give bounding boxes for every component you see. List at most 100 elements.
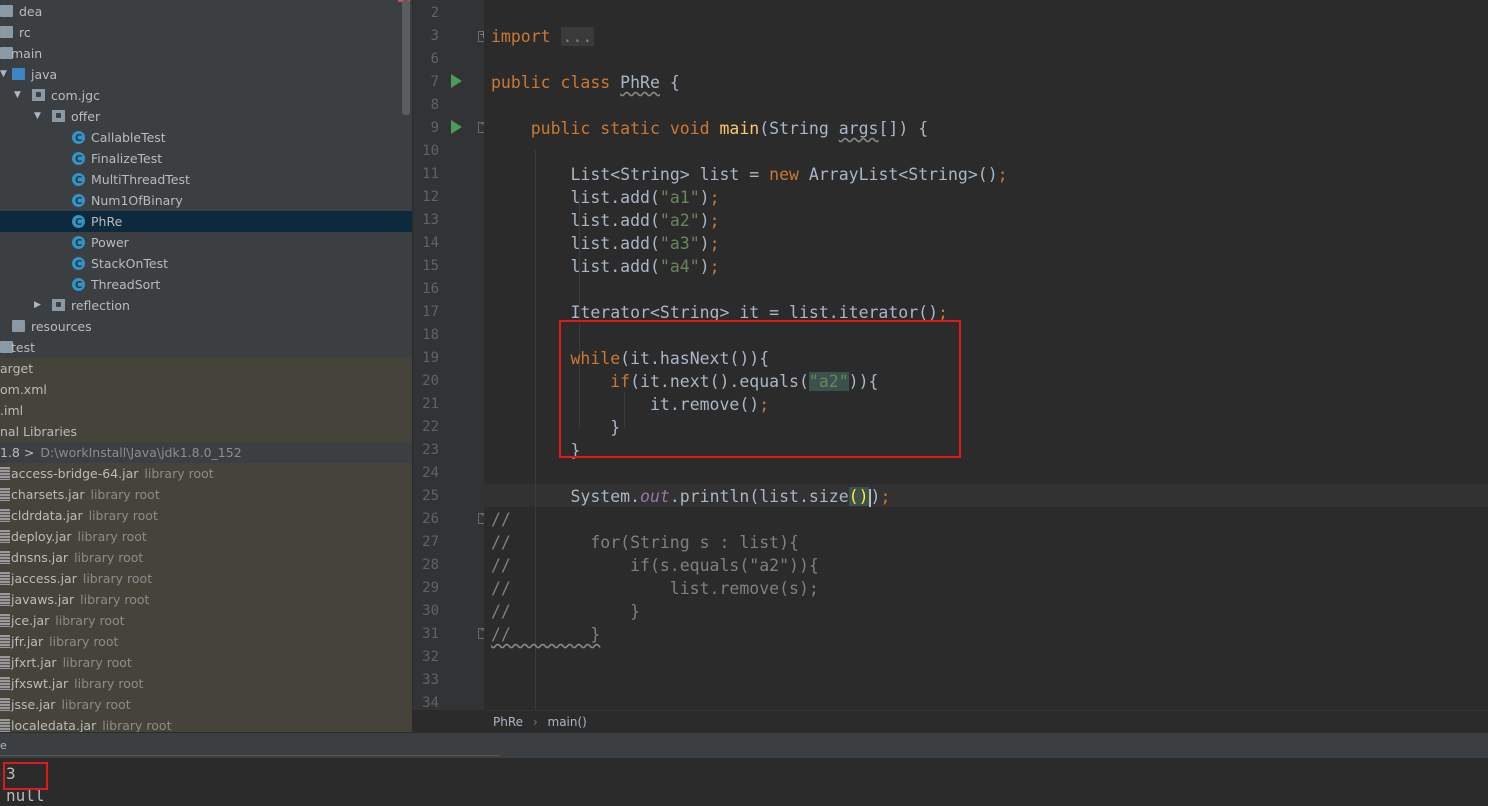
- folded-imports[interactable]: ...: [560, 27, 595, 46]
- tree-item-label: javaws.jar library root: [11, 592, 150, 607]
- breadcrumb-method[interactable]: main(): [548, 715, 587, 729]
- string-literal: "a4": [659, 257, 700, 276]
- tree-item[interactable]: StackOnTest: [0, 253, 412, 275]
- field-out: out: [640, 487, 670, 506]
- tree-item[interactable]: FinalizeTest: [0, 148, 412, 170]
- class-icon: [72, 149, 85, 170]
- tree-item-label: deploy.jar library root: [11, 529, 147, 544]
- tree-item[interactable]: jfr.jar library root: [0, 631, 412, 652]
- line-number: 33: [422, 672, 439, 688]
- folder-icon: [12, 68, 25, 80]
- tree-item[interactable]: charsets.jar library root: [0, 484, 412, 505]
- line-number: 21: [422, 396, 439, 412]
- tree-item[interactable]: 1.8 > D:\workInstall\Java\jdk1.8.0_152: [0, 442, 412, 463]
- tree-item[interactable]: jfxswt.jar library root: [0, 673, 412, 694]
- line-number: 13: [422, 212, 439, 228]
- line-number: 11: [422, 166, 439, 182]
- tree-item[interactable]: jce.jar library root: [0, 610, 412, 631]
- code-line-28: // if(s.equals("a2")){: [491, 556, 819, 575]
- tree-item-sublabel: library root: [82, 571, 153, 586]
- tree-item[interactable]: om.xml: [0, 379, 412, 400]
- project-tree[interactable]: dea rc main▼java▼com.jgc▼offerCallableTest…: [0, 0, 412, 732]
- line-number: 8: [430, 97, 439, 113]
- breadcrumb: PhRe › main(): [484, 710, 1488, 733]
- tree-item[interactable]: arget: [0, 358, 412, 379]
- kw-import: import: [491, 27, 551, 46]
- folder-icon: [0, 5, 13, 17]
- tree-item[interactable]: Power: [0, 232, 412, 254]
- tree-item[interactable]: MultiThreadTest: [0, 169, 412, 191]
- tree-item[interactable]: cldrdata.jar library root: [0, 505, 412, 526]
- line-number: 31: [422, 626, 439, 642]
- tree-item[interactable]: Num1OfBinary: [0, 190, 412, 212]
- tree-item-label: StackOnTest: [91, 256, 168, 271]
- package-icon: [52, 299, 65, 311]
- class-icon: [72, 212, 85, 233]
- tree-item-label: rc: [19, 25, 31, 40]
- tree-item[interactable]: dea: [0, 1, 412, 22]
- jar-icon: [0, 572, 10, 585]
- run-main-icon[interactable]: [451, 120, 462, 134]
- console-output[interactable]: 3 null: [0, 758, 1488, 806]
- code-line-30: // }: [491, 602, 641, 621]
- code: ): [699, 234, 710, 253]
- breadcrumb-class[interactable]: PhRe: [493, 715, 523, 729]
- jar-icon: [0, 530, 10, 543]
- tree-item-label: nal Libraries: [0, 424, 78, 439]
- tree-item[interactable]: rc: [0, 22, 412, 43]
- string-literal: "a2": [659, 211, 700, 230]
- tree-item[interactable]: ▶ reflection: [0, 295, 412, 316]
- tree-item-label: jfxrt.jar library root: [11, 655, 132, 670]
- run-class-icon[interactable]: [451, 74, 462, 88]
- highlight-box-code: [559, 320, 961, 458]
- expand-arrow-icon[interactable]: ▼: [0, 64, 10, 85]
- tree-item[interactable]: dnsns.jar library root: [0, 547, 412, 568]
- highlight-box-output: [3, 762, 48, 790]
- line-number: 27: [422, 534, 439, 550]
- tree-item[interactable]: .iml: [0, 400, 412, 421]
- string-literal: "a1": [659, 188, 700, 207]
- code-line-27: // for(String s : list){: [491, 533, 799, 552]
- tree-item-label: jfr.jar library root: [11, 634, 119, 649]
- tree-item[interactable]: jfxrt.jar library root: [0, 652, 412, 673]
- expand-arrow-icon[interactable]: ▼: [34, 106, 44, 127]
- tree-item[interactable]: access-bridge-64.jar library root: [0, 463, 412, 484]
- line-number: 2: [430, 5, 439, 21]
- expand-arrow-icon[interactable]: ▼: [14, 85, 24, 106]
- tree-item[interactable]: main: [0, 43, 412, 64]
- code-line-7: public class PhRe {: [491, 71, 680, 94]
- jar-icon: [0, 509, 10, 522]
- tree-item[interactable]: localedata.jar library root: [0, 715, 412, 732]
- collapse-arrow-icon[interactable]: ▶: [34, 295, 44, 316]
- sig: []) {: [878, 119, 929, 138]
- tree-item[interactable]: jaccess.jar library root: [0, 568, 412, 589]
- tree-item[interactable]: jsse.jar library root: [0, 694, 412, 715]
- code: ): [870, 487, 881, 506]
- tree-item-sublabel: library root: [102, 718, 172, 732]
- tree-item[interactable]: ▼ com.jgc: [0, 85, 412, 106]
- tree-item-sublabel: library root: [62, 655, 132, 670]
- tree-item[interactable]: CallableTest: [0, 127, 412, 149]
- line-number: 29: [422, 580, 439, 596]
- tree-item-sublabel: library root: [49, 634, 119, 649]
- tree-item[interactable]: ▼ offer: [0, 106, 412, 127]
- line-number: 22: [422, 419, 439, 435]
- jar-icon: [0, 551, 10, 564]
- tree-item-label: reflection: [71, 298, 130, 313]
- tree-item[interactable]: ThreadSort: [0, 274, 412, 296]
- tree-item[interactable]: nal Libraries: [0, 421, 412, 442]
- kw-new: new: [769, 165, 799, 184]
- tree-item-label: localedata.jar library root: [11, 718, 172, 732]
- tree-item[interactable]: ▼ java: [0, 64, 412, 85]
- brace: {: [659, 73, 680, 92]
- tree-item-label: charsets.jar library root: [11, 487, 160, 502]
- tree-item[interactable]: javaws.jar library root: [0, 589, 412, 610]
- tree-item-label: PhRe: [91, 214, 123, 229]
- tree-item[interactable]: PhRe: [0, 211, 412, 233]
- tree-item[interactable]: test: [0, 337, 412, 358]
- tree-scrollbar[interactable]: [402, 0, 410, 115]
- jar-icon: [0, 488, 10, 501]
- tree-item[interactable]: resources: [0, 316, 412, 337]
- line-number: 28: [422, 557, 439, 573]
- tree-item[interactable]: deploy.jar library root: [0, 526, 412, 547]
